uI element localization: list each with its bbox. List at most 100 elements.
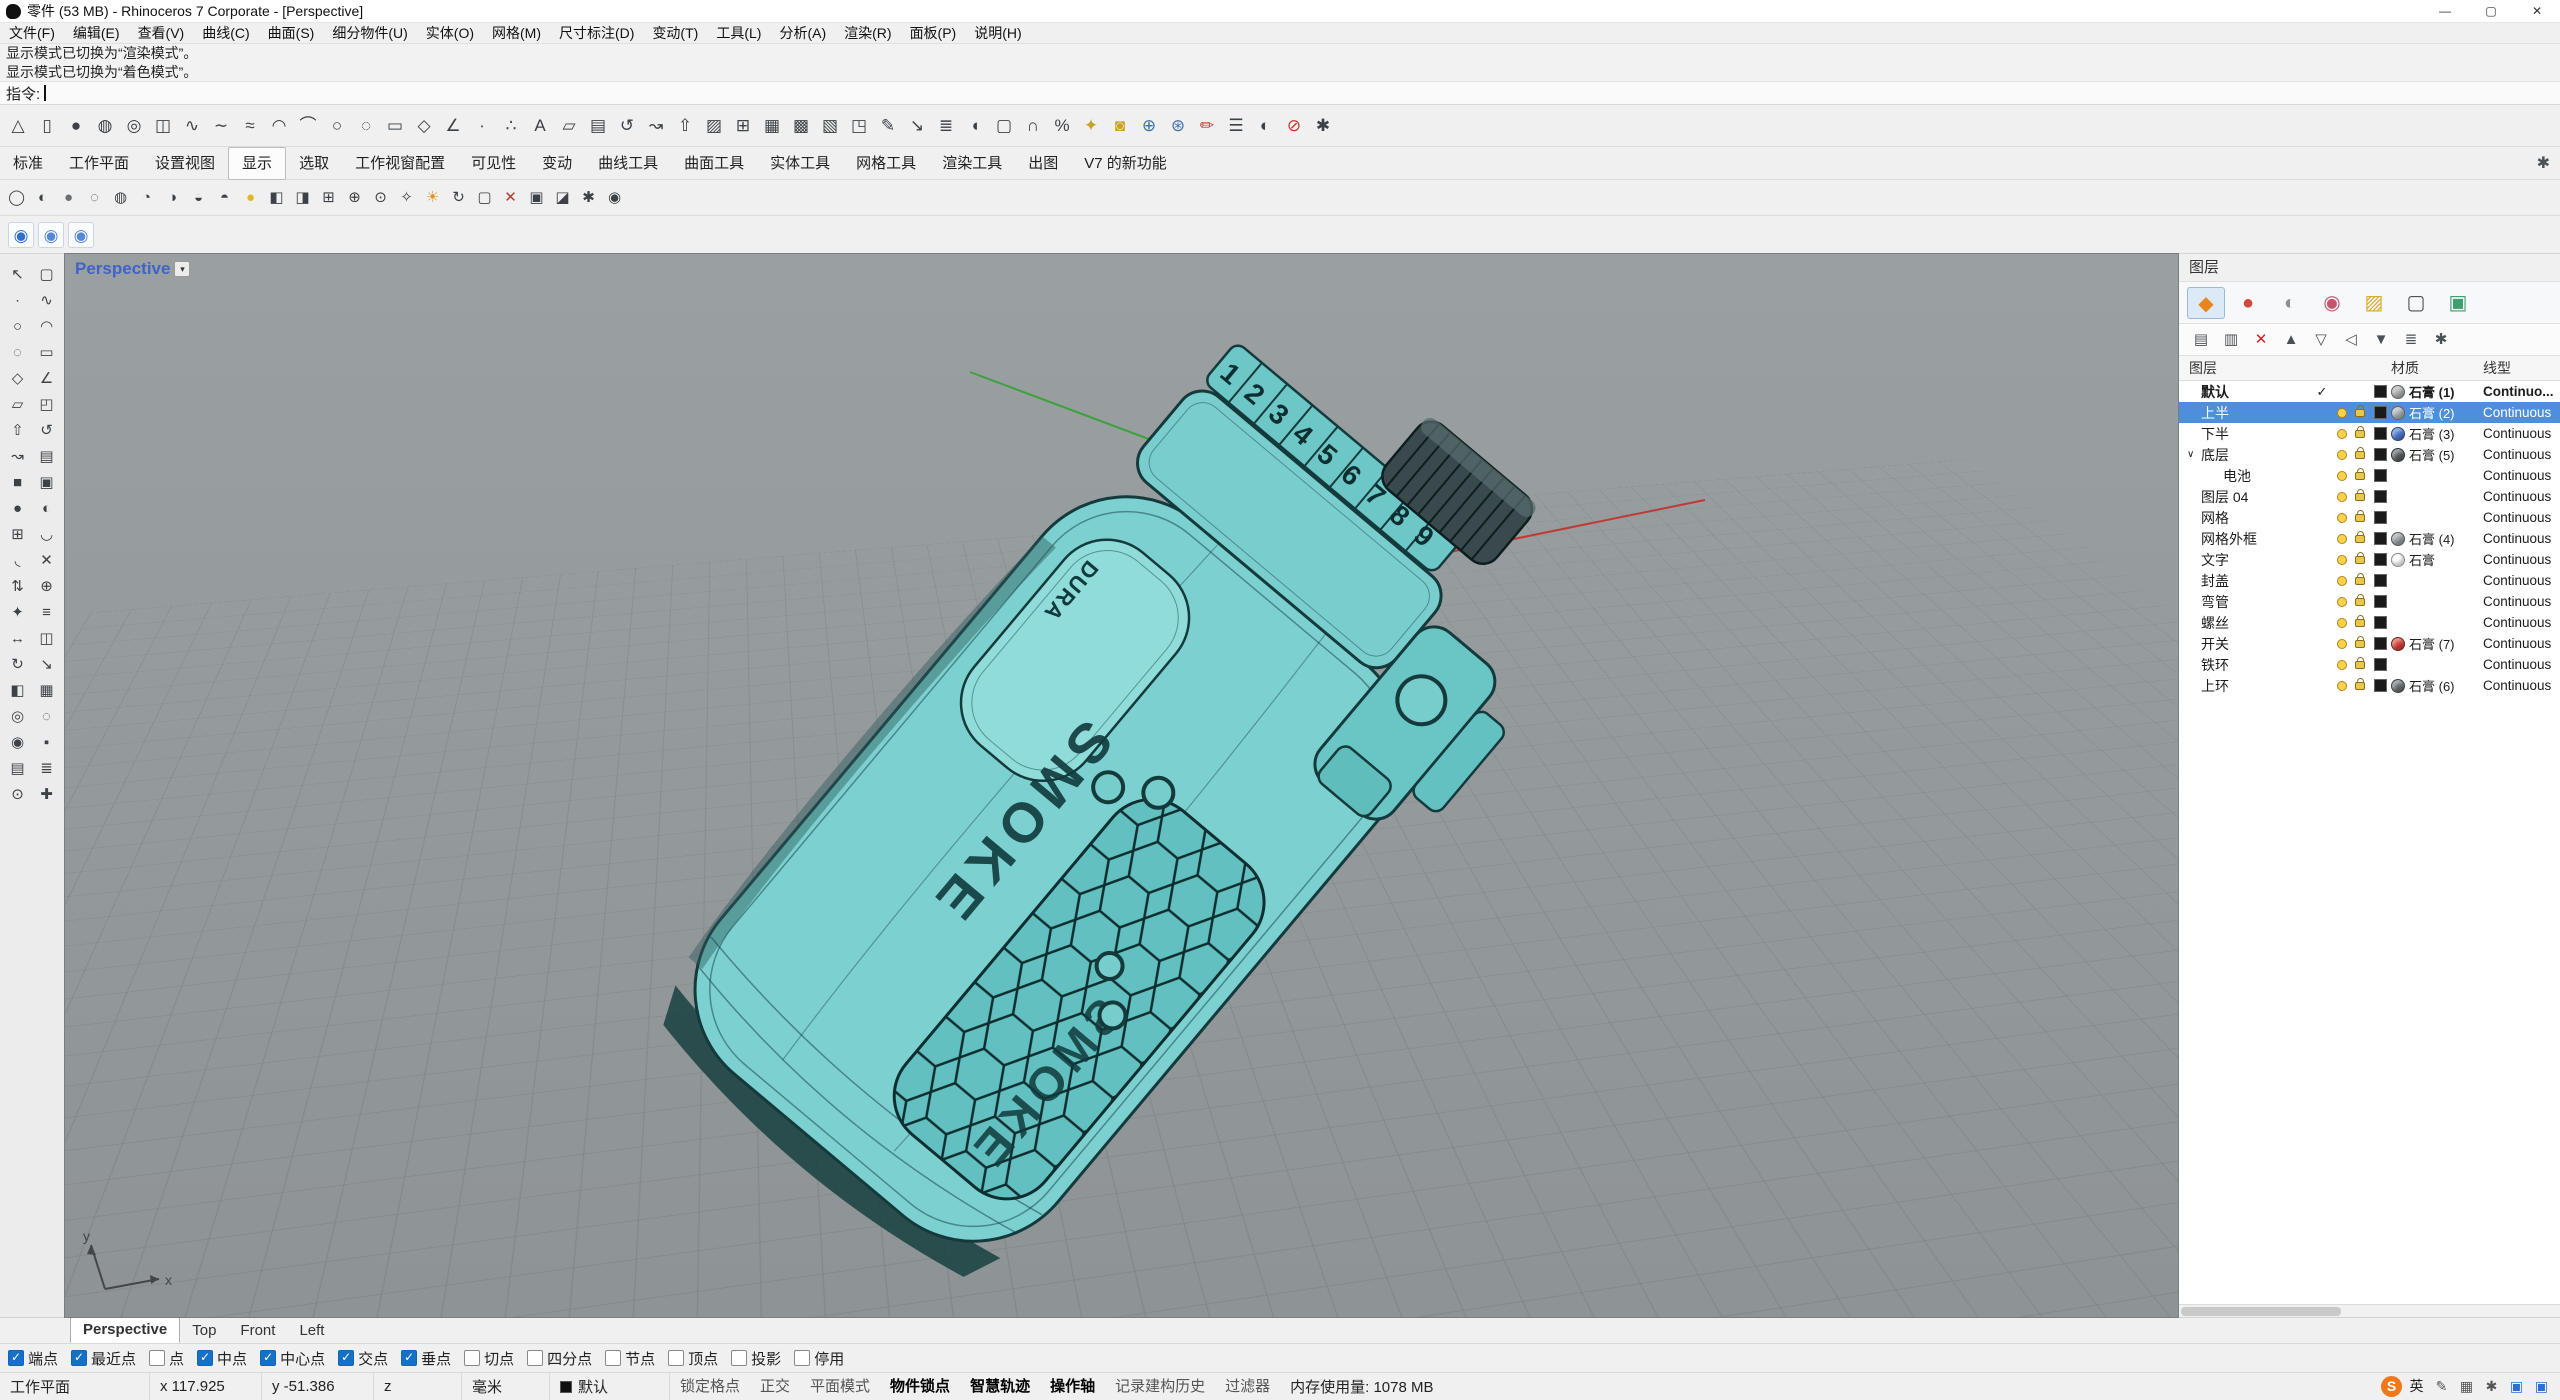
osnap-checkbox[interactable]	[8, 1350, 24, 1366]
toolbar-tab[interactable]: 显示	[228, 147, 286, 180]
layer-lock-icon[interactable]	[2355, 493, 2365, 501]
osnap-checkbox[interactable]	[527, 1350, 543, 1366]
layer-current-check[interactable]	[2311, 570, 2333, 591]
layer-row[interactable]: 铁环 Continuous	[2179, 654, 2560, 675]
panel-horizontal-scrollbar[interactable]	[2179, 1304, 2560, 1317]
layer-visibility-bulb-icon[interactable]	[2337, 681, 2347, 691]
osnap-item[interactable]: 点	[149, 1348, 184, 1369]
interpolate-curve-icon[interactable]: ≈	[236, 112, 264, 140]
extrude-icon[interactable]: ⇧	[671, 112, 699, 140]
layer-linetype[interactable]: Continuous	[2483, 528, 2560, 549]
osnap-item[interactable]: 四分点	[527, 1348, 592, 1369]
command-input[interactable]: 指令:	[0, 82, 2560, 105]
layer-row[interactable]: 封盖 Continuous	[2179, 570, 2560, 591]
picture-frame-icon[interactable]: ◳	[845, 112, 873, 140]
layer-linetype[interactable]: Continuous	[2483, 465, 2560, 486]
technical-display-icon[interactable]: ◔	[134, 185, 159, 211]
circle-tool-icon[interactable]: ○	[4, 314, 32, 339]
new-sublayer-icon[interactable]: ▥	[2217, 327, 2245, 353]
layer-name[interactable]: 网格	[2201, 508, 2229, 528]
menu-item[interactable]: 曲面(S)	[259, 23, 324, 44]
layer-color-swatch[interactable]	[2374, 406, 2387, 419]
layer-color-swatch[interactable]	[2374, 469, 2387, 482]
tab-object-properties-icon[interactable]: ◉	[2313, 287, 2351, 319]
layer-row[interactable]: 上半 石膏 (2) Continuous	[2179, 402, 2560, 423]
osnap-item[interactable]: 中心点	[260, 1348, 325, 1369]
analyze-icon[interactable]: %	[1048, 112, 1076, 140]
polygon-icon[interactable]: ◇	[410, 112, 438, 140]
layer-row[interactable]: 默认 ✓ 石膏 (1) Continuo...	[2179, 381, 2560, 402]
move-up-icon[interactable]: ▲	[2277, 327, 2305, 353]
revolve-tool-icon[interactable]: ↺	[33, 418, 61, 443]
layer-visibility-bulb-icon[interactable]	[2337, 639, 2347, 649]
monitor-icon[interactable]: ▣	[524, 185, 549, 211]
osnap-item[interactable]: 垂点	[401, 1348, 451, 1369]
layer-expand-icon[interactable]: ∨	[2187, 449, 2199, 460]
osnap-item[interactable]: 切点	[464, 1348, 514, 1369]
toolbar-tab[interactable]: 工作平面	[56, 148, 142, 179]
layer-current-check[interactable]: ✓	[2311, 381, 2333, 402]
toolbar-tab[interactable]: 出图	[1015, 148, 1071, 179]
lock-tool-icon[interactable]: ▪	[33, 730, 61, 755]
arc-tool-icon[interactable]: ◠	[33, 314, 61, 339]
layer-lock-icon[interactable]	[2355, 514, 2365, 522]
layer-row[interactable]: 上环 石膏 (6) Continuous	[2179, 675, 2560, 696]
minimize-button[interactable]: —	[2422, 0, 2468, 22]
leader-icon[interactable]: ↘	[903, 112, 931, 140]
layer-lock-icon[interactable]	[2355, 640, 2365, 648]
wireframe-display-icon[interactable]: ◯	[4, 185, 29, 211]
unit-button[interactable]: 毫米	[462, 1373, 550, 1400]
arc-icon[interactable]: ◠	[265, 112, 293, 140]
gumball-icon[interactable]: ◎	[4, 704, 32, 729]
cplane-grid-icon[interactable]: ⊞	[316, 185, 341, 211]
toolbar-tab[interactable]: 变动	[529, 148, 585, 179]
viewport-title[interactable]: Perspective	[75, 259, 170, 279]
text-object-icon[interactable]: A	[526, 112, 554, 140]
cylinder-icon[interactable]: ▯	[33, 112, 61, 140]
array-tool-icon[interactable]: ▦	[33, 678, 61, 703]
layer-visibility-bulb-icon[interactable]	[2337, 555, 2347, 565]
layer-row[interactable]: 网格外框 石膏 (4) Continuous	[2179, 528, 2560, 549]
layer-visibility-bulb-icon[interactable]	[2337, 618, 2347, 628]
osnap-item[interactable]: 投影	[731, 1348, 781, 1369]
layer-visibility-bulb-icon[interactable]	[2337, 492, 2347, 502]
loft-tool-icon[interactable]: ▤	[33, 444, 61, 469]
ime-tile-icon-1[interactable]: ▣	[2506, 1376, 2527, 1397]
viewport-tab[interactable]: Front	[228, 1319, 287, 1343]
layer-row[interactable]: 电池 Continuous	[2179, 465, 2560, 486]
layer-visibility-bulb-icon[interactable]	[2337, 534, 2347, 544]
curve-icon[interactable]: ∿	[178, 112, 206, 140]
monochrome-display-icon[interactable]: ◓	[212, 185, 237, 211]
surface-tool-icon[interactable]: ▱	[4, 392, 32, 417]
layer-name[interactable]: 螺丝	[2201, 613, 2229, 633]
ime-tile-icon-2[interactable]: ▣	[2531, 1376, 2552, 1397]
layer-tool-icon[interactable]: ▤	[4, 756, 32, 781]
layer-material-icon[interactable]	[2391, 448, 2405, 462]
annotate-icon[interactable]: ✎	[874, 112, 902, 140]
menu-item[interactable]: 细分物件(U)	[323, 23, 416, 44]
layer-tools-icon[interactable]: ✱	[2427, 327, 2455, 353]
xray-display-icon[interactable]: ◍	[108, 185, 133, 211]
osnap-checkbox[interactable]	[731, 1350, 747, 1366]
fillet-tool-icon[interactable]: ◡	[33, 522, 61, 547]
status-toggle[interactable]: 平面模式	[800, 1373, 880, 1400]
delete-layer-icon[interactable]: ✕	[2247, 327, 2275, 353]
layer-visibility-bulb-icon[interactable]	[2337, 576, 2347, 586]
display-settings-gear-icon[interactable]: ✱	[576, 185, 601, 211]
boolean-tool-icon[interactable]: ◐	[33, 496, 61, 521]
layer-name[interactable]: 网格外框	[2201, 529, 2257, 549]
cone-icon[interactable]: △	[4, 112, 32, 140]
sun-icon[interactable]: ☀	[420, 185, 445, 211]
ime-pen-icon[interactable]: ✎	[2431, 1376, 2452, 1397]
layer-lock-icon[interactable]	[2355, 577, 2365, 585]
join-tool-icon[interactable]: ⊕	[33, 574, 61, 599]
layer-name[interactable]: 电池	[2223, 466, 2251, 486]
red-pencil-icon[interactable]: ✏	[1193, 112, 1221, 140]
menu-item[interactable]: 网格(M)	[483, 23, 550, 44]
torus-icon[interactable]: ◎	[120, 112, 148, 140]
osnap-item[interactable]: 最近点	[71, 1348, 136, 1369]
osnap-checkbox[interactable]	[71, 1350, 87, 1366]
ellipse-tool-icon[interactable]: ◌	[4, 340, 32, 365]
layer-lock-icon[interactable]	[2355, 619, 2365, 627]
layer-name[interactable]: 开关	[2201, 634, 2229, 654]
